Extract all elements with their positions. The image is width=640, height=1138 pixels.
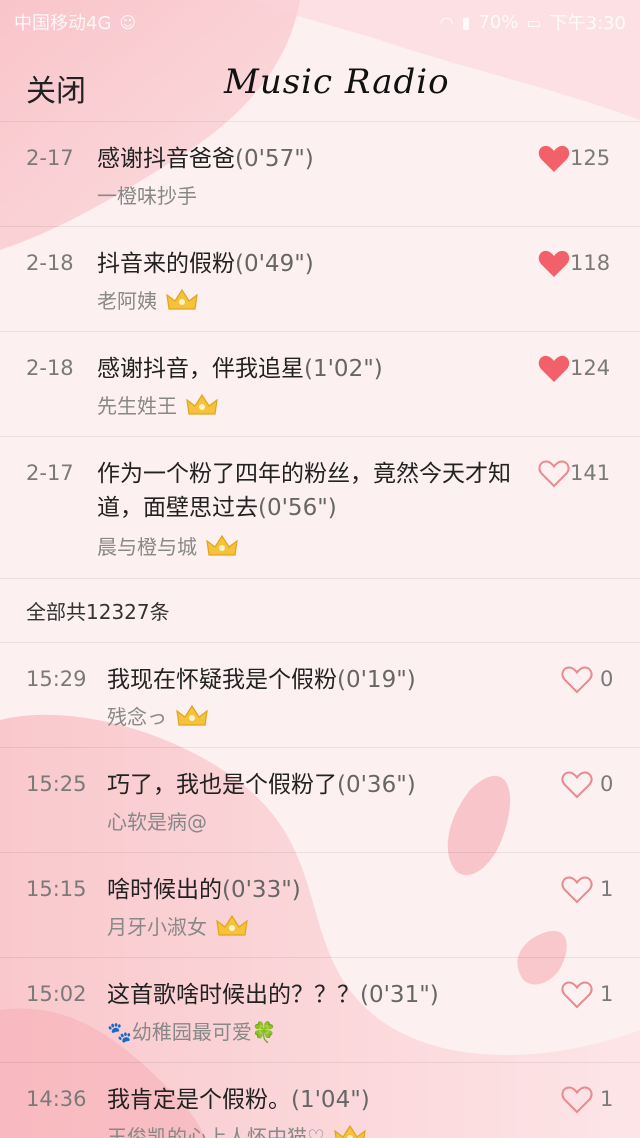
comment-text: 啥时候出的(0'33") xyxy=(107,877,301,903)
list-item[interactable]: 14:36 我肯定是个假粉。(1'04") 王俊凯的心上人怀中猫♡ 1 xyxy=(0,1063,640,1138)
list-item[interactable]: 2-18 抖音来的假粉(0'49") 老阿姨 118 xyxy=(0,227,640,332)
like-count: 118 xyxy=(570,251,611,275)
comment-user: 老阿姨 xyxy=(97,285,199,314)
heart-outline-icon[interactable] xyxy=(561,665,593,695)
comment-text: 感谢抖音，伴我追星(1'02") xyxy=(97,356,383,382)
like-count: 0 xyxy=(600,667,614,691)
list-item[interactable]: 15:25 巧了，我也是个假粉了(0'36") 心软是病@ 0 xyxy=(0,748,640,853)
comment-date: 15:15 xyxy=(26,877,87,901)
heart-filled-icon[interactable] xyxy=(538,354,570,384)
notification-icon: ☺ xyxy=(119,12,137,32)
crown-badge-icon xyxy=(176,704,208,726)
comment-date: 15:02 xyxy=(26,982,87,1006)
list-item[interactable]: 2-17 感谢抖音爸爸(0'57") 一橙味抄手 125 xyxy=(0,122,640,227)
page-title: Music Radio xyxy=(224,62,450,102)
heart-filled-icon[interactable] xyxy=(538,144,570,174)
crown-badge-icon xyxy=(206,534,238,556)
comment-user: 🐾幼稚园最可爱🍀 xyxy=(107,1020,277,1044)
status-bar: 中国移动4G ☺ ◠ ▮ 70% ▭ 下午3:30 xyxy=(0,0,640,44)
wifi-icon: ◠ xyxy=(439,12,454,32)
list-item[interactable]: 15:29 我现在怀疑我是个假粉(0'19") 残念っ 0 xyxy=(0,643,640,748)
comment-text: 感谢抖音爸爸(0'57") xyxy=(97,146,314,172)
list-item[interactable]: 15:15 啥时候出的(0'33") 月牙小淑女 1 xyxy=(0,853,640,958)
crown-badge-icon xyxy=(334,1124,366,1138)
comment-date: 15:29 xyxy=(26,667,87,691)
comment-date: 2-18 xyxy=(26,251,74,275)
heart-filled-icon[interactable] xyxy=(538,249,570,279)
battery-icon: ▭ xyxy=(526,12,542,32)
comment-text: 抖音来的假粉(0'49") xyxy=(97,251,314,277)
battery-percent: 70% xyxy=(478,11,519,33)
comment-date: 2-17 xyxy=(26,461,74,485)
comment-user: 月牙小淑女 xyxy=(107,911,249,940)
list-item[interactable]: 2-18 感谢抖音，伴我追星(1'02") 先生姓王 124 xyxy=(0,332,640,437)
crown-badge-icon xyxy=(216,914,248,936)
comment-user: 王俊凯的心上人怀中猫♡ xyxy=(107,1121,367,1138)
comment-user: 晨与橙与城 xyxy=(97,531,239,560)
heart-outline-icon[interactable] xyxy=(538,459,570,489)
comment-text: 这首歌啥时候出的？？？(0'31") xyxy=(107,982,439,1008)
comment-text: 巧了，我也是个假粉了(0'36") xyxy=(107,772,416,798)
like-count: 1 xyxy=(600,982,614,1006)
like-count: 1 xyxy=(600,877,614,901)
total-count-label: 全部共12327条 xyxy=(0,579,640,643)
header: 关闭 Music Radio xyxy=(0,44,640,122)
comment-text: 我现在怀疑我是个假粉(0'19") xyxy=(107,667,416,693)
like-count: 141 xyxy=(570,461,611,485)
comment-user: 心软是病@ xyxy=(107,810,207,834)
comment-date: 15:25 xyxy=(26,772,87,796)
heart-outline-icon[interactable] xyxy=(561,770,593,800)
list-item[interactable]: 2-17 作为一个粉了四年的粉丝，竟然今天才知道，面壁思过去(0'56") 晨与… xyxy=(0,437,640,579)
heart-outline-icon[interactable] xyxy=(561,980,593,1010)
comment-user: 残念っ xyxy=(107,701,209,730)
comment-user: 先生姓王 xyxy=(97,390,219,419)
like-count: 1 xyxy=(600,1087,614,1111)
comment-date: 2-17 xyxy=(26,146,74,170)
like-count: 124 xyxy=(570,356,611,380)
comment-date: 2-18 xyxy=(26,356,74,380)
like-count: 125 xyxy=(570,146,611,170)
heart-outline-icon[interactable] xyxy=(561,875,593,905)
comment-date: 14:36 xyxy=(26,1087,87,1111)
top-comments-list: 2-17 感谢抖音爸爸(0'57") 一橙味抄手 125 2-18 抖音来的假粉… xyxy=(0,122,640,579)
signal-icon: ▮ xyxy=(461,12,471,32)
comment-user: 一橙味抄手 xyxy=(97,184,197,208)
crown-badge-icon xyxy=(166,288,198,310)
heart-outline-icon[interactable] xyxy=(561,1085,593,1115)
comment-text: 作为一个粉了四年的粉丝，竟然今天才知道，面壁思过去(0'56") xyxy=(97,461,511,521)
recent-comments-list: 15:29 我现在怀疑我是个假粉(0'19") 残念っ 0 15:25 巧了，我… xyxy=(0,643,640,1138)
like-count: 0 xyxy=(600,772,614,796)
crown-badge-icon xyxy=(186,393,218,415)
comment-text: 我肯定是个假粉。(1'04") xyxy=(107,1087,370,1113)
list-item[interactable]: 15:02 这首歌啥时候出的？？？(0'31") 🐾幼稚园最可爱🍀 1 xyxy=(0,958,640,1063)
carrier-label: 中国移动4G xyxy=(14,13,112,34)
close-button[interactable]: 关闭 xyxy=(26,66,86,110)
clock: 下午3:30 xyxy=(549,13,626,34)
